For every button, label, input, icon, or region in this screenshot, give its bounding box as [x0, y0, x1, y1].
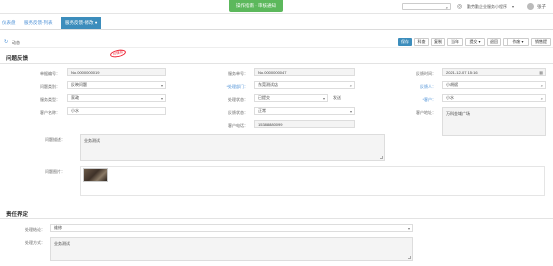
tab-bar: 仪表盘 服务反馈-列表 服务反馈-修改 ●	[0, 17, 553, 30]
check-button[interactable]: 科查	[414, 38, 429, 46]
customer-address-label: 客户地址：	[416, 110, 436, 115]
chevron-down-icon[interactable]: ▾	[350, 109, 352, 114]
operation-guide-banner[interactable]: 操作指南 · 审核通知	[229, 0, 283, 12]
feedback-no-label: 单据编号：	[40, 71, 60, 76]
handler-value: 小水	[446, 95, 454, 100]
customer-label: 客户名称：	[40, 110, 60, 115]
search-icon[interactable]: ⌕	[541, 96, 543, 101]
handling-status-value: 已提交	[258, 95, 270, 100]
year-button[interactable]: 当年	[447, 38, 463, 46]
feedback-status-select[interactable]: 正常 ▾	[254, 107, 355, 115]
problem-image-area	[80, 166, 545, 196]
operator-value: 小胡斌	[446, 82, 458, 87]
toolbar: ↻ 动态 保存 科查 复制 当年 提交 ▾ 退回 审审 ▾	[0, 37, 553, 48]
saved-stamp: 已保存	[109, 48, 127, 59]
section-title-responsibility: 责任界定	[6, 212, 29, 218]
resize-handle[interactable]	[380, 156, 383, 159]
customer-address-area[interactable]: 万科金域广场	[442, 107, 546, 136]
problem-type-value: 反映问题	[71, 82, 87, 87]
result-select[interactable]: 维修 ▾	[50, 224, 413, 232]
problem-desc-value: 业务测试	[84, 138, 100, 143]
problem-image-label: 问题图片：	[45, 169, 65, 174]
chevron-down-icon[interactable]: ▾	[161, 96, 163, 101]
user-name[interactable]: 张子	[537, 4, 546, 10]
service-type-label: 服务类型：	[40, 97, 60, 102]
resize-handle[interactable]	[408, 256, 411, 259]
feedback-time-label: 反馈时间：	[416, 71, 436, 76]
top-bar: 操作指南 · 审核通知 ⌕ ◎ 勤劳勤企业服务小程序 ▾ 张子	[0, 0, 553, 14]
tab-feedback-edit[interactable]: 服务反馈-修改 ●	[61, 17, 102, 29]
handling-dept-field[interactable]: 东莞测试店 ⌕	[254, 81, 355, 89]
result-label: 处理结论：	[25, 227, 45, 232]
method-label: 处理方式：	[25, 240, 45, 245]
chevron-down-icon[interactable]: ▾	[512, 4, 514, 9]
save-button[interactable]: 保存	[398, 38, 412, 46]
copy-button[interactable]: 复制	[431, 38, 445, 46]
section-divider	[0, 63, 553, 64]
result-value: 维修	[54, 225, 62, 230]
send-link[interactable]: 发送	[333, 95, 341, 101]
method-value: 业务测试	[54, 241, 70, 246]
section-title-feedback: 问题反馈	[6, 56, 29, 62]
handling-dept-value: 东莞测试店	[258, 82, 278, 87]
tab-feedback-list[interactable]: 服务反馈-列表	[24, 20, 53, 26]
toolbar-label: 动态	[12, 40, 20, 45]
method-area[interactable]: 业务测试	[50, 237, 413, 261]
chevron-down-icon[interactable]: ▾	[323, 96, 325, 101]
service-type-select[interactable]: 家政 ▾	[67, 94, 166, 102]
problem-desc-label: 问题描述：	[45, 137, 65, 142]
return-button[interactable]: 退回	[487, 38, 501, 46]
feedback-status-value: 正常	[258, 108, 266, 113]
calendar-icon[interactable]: ▦	[539, 70, 543, 75]
site-name[interactable]: 勤劳勤企业服务小程序	[467, 4, 507, 10]
chevron-down-icon[interactable]: ▾	[161, 83, 163, 88]
search-icon[interactable]: ⌕	[541, 83, 543, 88]
customer-field[interactable]: 小水	[67, 107, 166, 115]
service-type-value: 家政	[71, 95, 79, 100]
handling-dept-label: *处理部门：	[226, 84, 248, 89]
feedback-time-field[interactable]: 2021-12-07 15:16 ▦	[442, 68, 546, 76]
handler-label: *客户：	[422, 97, 436, 102]
void-button[interactable]: 作废 ▾	[507, 38, 529, 46]
operator-field[interactable]: 小胡斌 ⌕	[442, 81, 546, 89]
handling-status-select[interactable]: 已提交 ▾	[254, 94, 328, 102]
feedback-time-value: 2021-12-07 15:16	[446, 69, 478, 75]
feedback-status-label: 反馈状态：	[228, 110, 248, 115]
refresh-icon[interactable]: ↻	[4, 39, 8, 45]
submit-button[interactable]: 提交 ▾	[465, 38, 485, 46]
chevron-down-icon[interactable]: ▾	[408, 226, 410, 231]
section-divider	[0, 218, 553, 219]
tab-dashboard[interactable]: 仪表盘	[2, 20, 16, 26]
globe-icon[interactable]: ◎	[457, 3, 462, 10]
customer-phone-field[interactable]: 15388880099	[254, 120, 355, 128]
search-icon[interactable]: ⌕	[350, 83, 352, 88]
avatar[interactable]	[527, 3, 534, 10]
search-input[interactable]: ⌕	[402, 3, 451, 10]
handling-status-label: 处理状态：	[228, 97, 248, 102]
customer-phone-label: 客户电话：	[228, 123, 248, 128]
problem-type-select[interactable]: 反映问题 ▾	[67, 81, 166, 89]
service-no-label: 服务单号：	[228, 71, 248, 76]
feedback-no-field[interactable]: No.0000000019	[67, 68, 166, 76]
search-icon[interactable]: ⌕	[446, 5, 448, 10]
sales-button[interactable]: 销售提	[531, 38, 551, 46]
handler-field[interactable]: 小水 ⌕	[442, 94, 546, 102]
problem-type-label: 问题类别：	[40, 84, 60, 89]
operator-label: 反馈人：	[420, 84, 436, 89]
service-no-field[interactable]: No.0000000047	[254, 68, 355, 76]
problem-image-thumbnail[interactable]	[83, 168, 108, 182]
problem-desc-area[interactable]: 业务测试	[80, 134, 385, 161]
